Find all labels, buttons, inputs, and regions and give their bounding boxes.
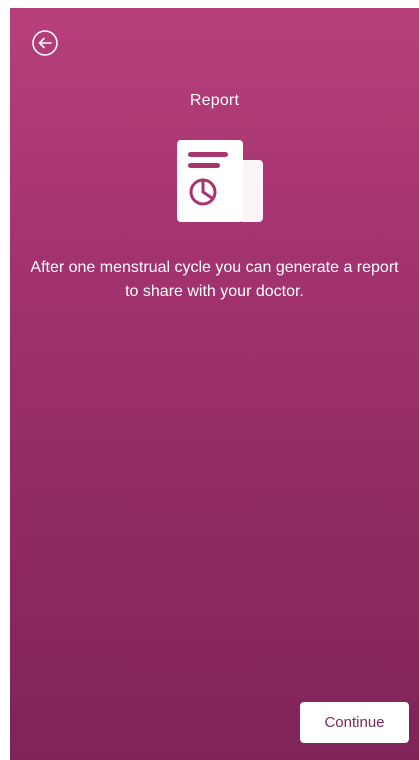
- description-text: After one menstrual cycle you can genera…: [30, 259, 399, 300]
- back-button[interactable]: [30, 28, 60, 58]
- onboarding-screen: Report After one menstrual cycle you can…: [10, 8, 419, 760]
- back-arrow-circle-icon: [32, 30, 58, 56]
- continue-button[interactable]: Continue: [300, 702, 409, 743]
- report-document-pie-chart-icon: [175, 138, 265, 224]
- page-title: Report: [189, 92, 240, 109]
